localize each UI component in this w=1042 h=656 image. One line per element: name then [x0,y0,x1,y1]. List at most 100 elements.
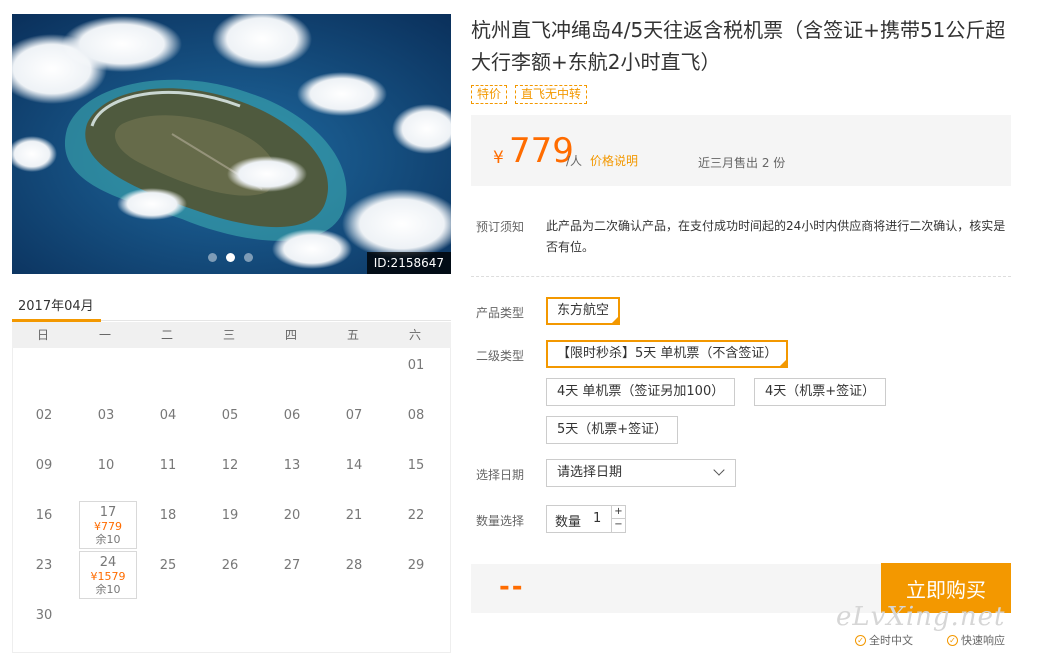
carousel-dots [208,253,253,262]
section-divider [471,276,1011,277]
date-select[interactable]: 请选择日期 [546,459,736,487]
day-number: 30 [35,608,53,623]
option-label: 4天（机票+签证） [765,384,876,399]
option-5day-ticket-visa[interactable]: 5天（机票+签证） [546,416,679,444]
quantity-inner-label: 数量 [555,515,582,530]
notice-label: 预订须知 [476,220,525,234]
option-4day-ticket-visa[interactable]: 4天（机票+签证） [754,378,887,406]
carousel-dot[interactable] [208,253,217,262]
calendar-day: 25 [139,551,197,599]
calendar-day-available[interactable]: 17 ¥779 余10 [79,501,137,549]
day-number: 01 [407,358,425,373]
day-number: 10 [97,458,115,473]
day-number: 20 [283,508,301,523]
day-number: 12 [221,458,239,473]
day-number: 28 [345,558,363,573]
day-price: ¥779 [94,520,122,533]
day-number: 07 [345,408,363,423]
weekday-label: 日 [36,328,49,342]
day-price: ¥1579 [90,570,126,583]
watermark: eLvXing.net [836,602,1006,632]
product-hero-image[interactable]: ID:2158647 [12,14,451,274]
day-stock: 余10 [95,533,121,546]
day-number: 03 [97,408,115,423]
total-price: -- [499,572,525,602]
calendar-day: 20 [263,501,321,549]
quantity-stepper: 数量 1 + − [546,505,626,533]
subtype-label: 二级类型 [476,349,525,363]
calendar-day: 02 [15,401,73,449]
notice-text: 此产品为二次确认产品，在支付成功时间起的24小时内供应商将进行二次确认，核实是否… [546,219,1006,254]
calendar-day: 15 [387,451,445,499]
option-flash-sale-5day[interactable]: 【限时秒杀】5天 单机票（不含签证） [546,340,789,368]
calendar-day: 08 [387,401,445,449]
day-number: 09 [35,458,53,473]
weekday-label: 二 [160,328,173,342]
calendar-day: 04 [139,401,197,449]
quantity-decrease-button[interactable]: − [611,519,625,532]
quantity-increase-button[interactable]: + [611,506,625,519]
calendar-day: 26 [201,551,259,599]
day-number: 13 [283,458,301,473]
option-4day-ticket[interactable]: 4天 单机票（签证另加100） [546,378,736,406]
calendar-grid: 01 02 03 04 05 06 07 08 09 10 11 12 13 14 15 16 17 ¥779 余1… [12,348,451,653]
island-aerial-illustration [12,14,451,274]
image-id-badge: ID:2158647 [366,252,451,274]
carousel-dot[interactable] [244,253,253,262]
day-number: 21 [345,508,363,523]
day-number: 02 [35,408,53,423]
option-label: 东方航空 [557,303,610,318]
chevron-down-icon [713,464,725,476]
weekday-label: 三 [222,328,235,342]
quantity-value[interactable]: 1 [593,511,601,526]
calendar-day: 22 [387,501,445,549]
calendar-day: 16 [15,501,73,549]
selected-corner-icon [778,358,789,368]
calendar-day: 06 [263,401,321,449]
feature-label: 全时中文 [869,634,913,647]
day-number: 22 [407,508,425,523]
carousel-dot[interactable] [226,253,235,262]
day-number: 29 [407,558,425,573]
feature-label: 快速响应 [961,634,1005,647]
calendar-day: 27 [263,551,321,599]
calendar-day-available[interactable]: 24 ¥1579 余10 [79,551,137,599]
day-number: 27 [283,558,301,573]
feature-chinese-service: ✓ 全时中文 [855,632,913,648]
feature-fast-response: ✓ 快速响应 [947,632,1005,648]
product-type-label: 产品类型 [476,306,525,320]
day-number: 06 [283,408,301,423]
option-eastern-airlines[interactable]: 东方航空 [546,297,621,325]
day-number: 14 [345,458,363,473]
weekday-label: 一 [98,328,111,342]
calendar-month-tab[interactable]: 2017年04月 [18,295,94,314]
option-label: 【限时秒杀】5天 单机票（不含签证） [557,346,778,361]
calendar-day: 03 [77,401,135,449]
date-label: 选择日期 [476,468,525,482]
day-number: 26 [221,558,239,573]
day-number: 23 [35,558,53,573]
check-circle-icon: ✓ [855,634,866,646]
day-number: 25 [159,558,177,573]
day-number: 15 [407,458,425,473]
selected-corner-icon [610,315,621,325]
price-unit: /人 [566,154,583,168]
price-amount: 779 [509,131,574,171]
calendar-day: 13 [263,451,321,499]
day-number: 24 [99,555,117,570]
weekday-label: 五 [346,328,359,342]
calendar-day: 18 [139,501,197,549]
calendar-day: 29 [387,551,445,599]
tag-special-price: 特价 [471,85,508,104]
day-number: 04 [159,408,177,423]
calendar-day: 12 [201,451,259,499]
quantity-label: 数量选择 [476,514,525,528]
day-number: 19 [221,508,239,523]
price-explanation-link[interactable]: 价格说明 [590,152,638,169]
calendar-day: 23 [15,551,73,599]
price-panel: ¥ 779 /人 价格说明 近三月售出 2 份 [471,115,1011,186]
price-currency: ¥ [493,148,504,168]
day-stock: 余10 [95,583,121,596]
tag-direct-flight: 直飞无中转 [515,85,588,104]
option-label: 5天（机票+签证） [557,422,668,437]
